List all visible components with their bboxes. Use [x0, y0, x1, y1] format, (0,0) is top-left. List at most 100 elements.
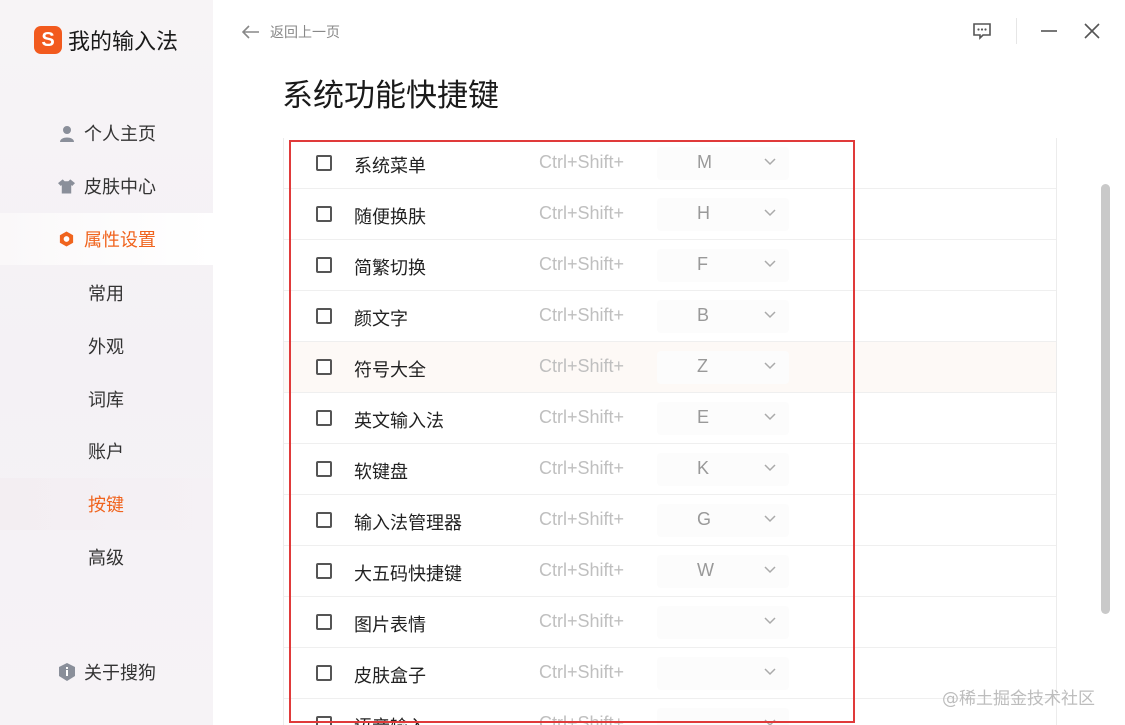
shortcut-key-value: K: [697, 458, 710, 478]
shortcut-key-value: B: [697, 305, 710, 325]
enable-checkbox[interactable]: [316, 461, 332, 477]
sub-item-advanced[interactable]: 高级: [0, 531, 213, 583]
app-title: 我的输入法: [68, 30, 179, 55]
window-control-divider: [1016, 18, 1017, 44]
chevron-down-icon: [764, 413, 776, 421]
shortcut-label: 皮肤盒子: [354, 666, 426, 687]
chat-bubble-icon: [973, 23, 991, 40]
shortcut-modifier: Ctrl+Shift+: [539, 509, 625, 529]
nav-item-profile[interactable]: 个人主页: [0, 107, 213, 159]
chevron-down-icon: [764, 311, 776, 319]
sub-item-label: 按键: [88, 495, 124, 516]
enable-checkbox[interactable]: [316, 614, 332, 630]
sub-item-account[interactable]: 账户: [0, 425, 213, 477]
shortcut-modifier: Ctrl+Shift+: [539, 305, 625, 325]
shortcut-key-value: M: [697, 152, 712, 172]
shortcut-key-value: F: [697, 254, 708, 274]
shortcut-key-dropdown[interactable]: M: [657, 147, 789, 180]
shortcut-key-dropdown[interactable]: E: [657, 402, 789, 435]
feedback-button[interactable]: [969, 18, 995, 44]
shortcut-label: 颜文字: [354, 309, 408, 330]
enable-checkbox[interactable]: [316, 512, 332, 528]
shortcut-modifier: Ctrl+Shift+: [539, 611, 625, 631]
back-label: 返回上一页: [270, 25, 340, 41]
shortcut-key-dropdown[interactable]: [657, 606, 789, 639]
shortcut-key-value: Z: [697, 356, 708, 376]
shortcut-label: 输入法管理器: [354, 513, 462, 534]
shortcut-modifier: Ctrl+Shift+: [539, 458, 625, 478]
chevron-down-icon: [764, 362, 776, 370]
brand: S 我的输入法: [34, 24, 178, 56]
shortcut-key-dropdown[interactable]: K: [657, 453, 789, 486]
enable-checkbox[interactable]: [316, 410, 332, 426]
shortcut-key-dropdown[interactable]: G: [657, 504, 789, 537]
shortcut-label: 大五码快捷键: [354, 564, 462, 585]
chevron-down-icon: [764, 209, 776, 217]
shortcut-modifier: Ctrl+Shift+: [539, 713, 625, 725]
enable-checkbox[interactable]: [316, 308, 332, 324]
shortcut-key-value: H: [697, 203, 710, 223]
shortcut-modifier: Ctrl+Shift+: [539, 203, 625, 223]
enable-checkbox[interactable]: [316, 563, 332, 579]
shortcut-row: 图片表情 Ctrl+Shift+: [284, 597, 1056, 648]
shortcut-label: 简繁切换: [354, 258, 426, 279]
back-button[interactable]: 返回上一页: [242, 22, 340, 42]
close-button[interactable]: [1079, 18, 1105, 44]
shortcut-label: 英文输入法: [354, 411, 444, 432]
nav-item-label: 关于搜狗: [84, 663, 156, 684]
nav-item-label: 皮肤中心: [84, 177, 156, 198]
minimize-icon: [1041, 30, 1057, 32]
shortcut-key-dropdown[interactable]: B: [657, 300, 789, 333]
shortcut-key-dropdown[interactable]: H: [657, 198, 789, 231]
shortcut-key-dropdown[interactable]: [657, 708, 789, 725]
shortcut-row: 随便换肤 Ctrl+Shift+ H: [284, 189, 1056, 240]
shortcut-modifier: Ctrl+Shift+: [539, 407, 625, 427]
enable-checkbox[interactable]: [316, 716, 332, 725]
enable-checkbox[interactable]: [316, 155, 332, 171]
sub-item-label: 高级: [88, 548, 124, 569]
nav-item-settings[interactable]: 属性设置: [0, 213, 213, 265]
minimize-button[interactable]: [1036, 18, 1062, 44]
enable-checkbox[interactable]: [316, 665, 332, 681]
scrollbar[interactable]: [1101, 184, 1110, 614]
shortcut-modifier: Ctrl+Shift+: [539, 560, 625, 580]
chevron-down-icon: [764, 158, 776, 166]
shortcut-label: 图片表情: [354, 615, 426, 636]
shortcut-key-dropdown[interactable]: F: [657, 249, 789, 282]
sidebar: S 我的输入法 个人主页 皮肤中心 属性设置 常用 外观 词库 账户 按键 高级…: [0, 0, 213, 725]
shortcut-row: 输入法管理器 Ctrl+Shift+ G: [284, 495, 1056, 546]
hexagon-gear-icon: [58, 231, 75, 248]
shortcut-row: 系统菜单 Ctrl+Shift+ M: [284, 138, 1056, 189]
enable-checkbox[interactable]: [316, 206, 332, 222]
sub-item-label: 常用: [88, 284, 124, 305]
person-icon: [58, 125, 75, 142]
chevron-down-icon: [764, 566, 776, 574]
shortcut-key-value: E: [697, 407, 710, 427]
shortcut-label: 软键盘: [354, 462, 408, 483]
nav-item-about[interactable]: 关于搜狗: [0, 646, 213, 698]
chevron-down-icon: [764, 668, 776, 676]
sub-item-dictionary[interactable]: 词库: [0, 373, 213, 425]
sub-item-keys[interactable]: 按键: [0, 478, 213, 530]
info-shield-icon: [58, 663, 75, 681]
sub-item-common[interactable]: 常用: [0, 267, 213, 319]
enable-checkbox[interactable]: [316, 359, 332, 375]
shortcut-row: 英文输入法 Ctrl+Shift+ E: [284, 393, 1056, 444]
shortcut-label: 系统菜单: [354, 156, 426, 177]
watermark: @稀土掘金技术社区: [942, 689, 1095, 709]
shortcut-key-dropdown[interactable]: [657, 657, 789, 690]
shortcut-key-dropdown[interactable]: W: [657, 555, 789, 588]
arrow-left-icon: [242, 25, 259, 39]
shortcut-row: 软键盘 Ctrl+Shift+ K: [284, 444, 1056, 495]
chevron-down-icon: [764, 515, 776, 523]
shortcut-key-dropdown[interactable]: Z: [657, 351, 789, 384]
sub-item-label: 外观: [88, 337, 124, 358]
sub-item-appearance[interactable]: 外观: [0, 320, 213, 372]
sogou-logo-icon: S: [34, 26, 62, 54]
shortcut-row: 大五码快捷键 Ctrl+Shift+ W: [284, 546, 1056, 597]
nav-item-label: 个人主页: [84, 124, 156, 145]
chevron-down-icon: [764, 719, 776, 725]
shortcut-modifier: Ctrl+Shift+: [539, 662, 625, 682]
nav-item-skins[interactable]: 皮肤中心: [0, 160, 213, 212]
enable-checkbox[interactable]: [316, 257, 332, 273]
